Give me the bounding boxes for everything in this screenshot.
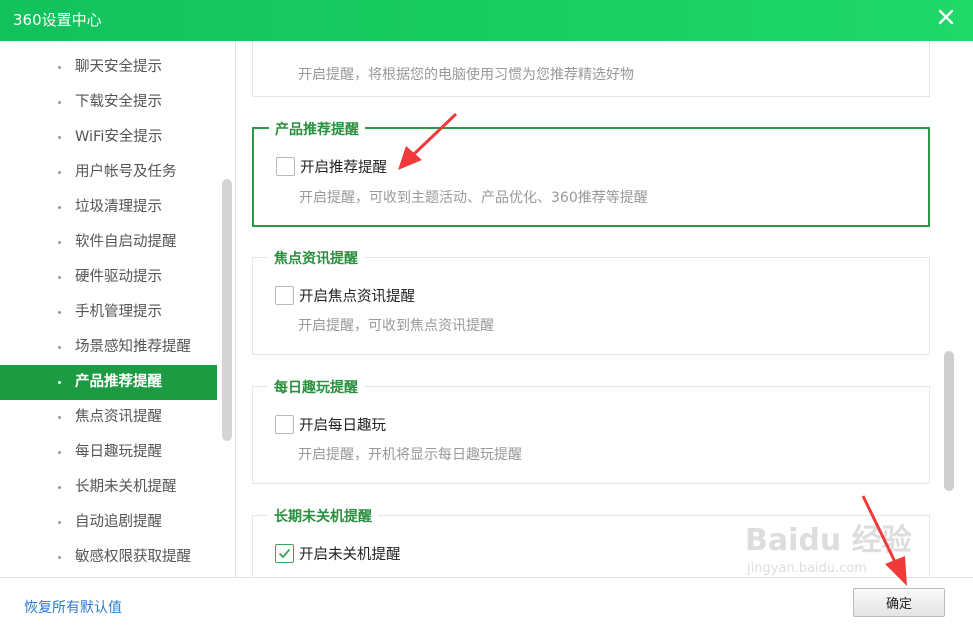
sidebar-item-label: 敏感权限获取提醒 bbox=[75, 549, 191, 565]
sidebar-item[interactable]: 长期未关机提醒 bbox=[0, 470, 217, 505]
sidebar-item[interactable]: 硬件驱动提示 bbox=[0, 260, 217, 295]
option-label: 开启未关机提醒 bbox=[299, 546, 401, 563]
sidebar-item[interactable]: 敏感权限获取提醒 bbox=[0, 540, 217, 575]
sidebar-item[interactable]: 场景感知推荐提醒 bbox=[0, 330, 217, 365]
checkmark-icon bbox=[278, 548, 291, 558]
option-focus-news[interactable]: 开启焦点资讯提醒 bbox=[275, 284, 415, 306]
bullet-icon bbox=[58, 381, 61, 384]
section-title: 焦点资讯提醒 bbox=[268, 248, 364, 268]
section-title: 长期未关机提醒 bbox=[268, 506, 378, 526]
window-title: 360设置中心 bbox=[13, 11, 102, 29]
ok-button[interactable]: 确定 bbox=[853, 588, 945, 617]
sidebar-item[interactable]: 产品推荐提醒 bbox=[0, 365, 217, 400]
bullet-icon bbox=[58, 276, 61, 279]
content-scrollbar[interactable] bbox=[944, 351, 954, 491]
sidebar-item[interactable]: 用户帐号及任务 bbox=[0, 155, 217, 190]
bullet-icon bbox=[58, 451, 61, 454]
sidebar-item-label: 场景感知推荐提醒 bbox=[75, 339, 191, 355]
section-desc: 开启提醒，开机将显示每日趣玩提醒 bbox=[298, 447, 522, 463]
sidebar-item[interactable]: 每日趣玩提醒 bbox=[0, 435, 217, 470]
sidebar-item[interactable]: 垃圾清理提示 bbox=[0, 190, 217, 225]
option-long-uptime[interactable]: 开启未关机提醒 bbox=[275, 542, 401, 564]
sidebar-item-label: 下载安全提示 bbox=[75, 94, 162, 110]
bullet-icon bbox=[58, 556, 61, 559]
sidebar-item-label: 产品推荐提醒 bbox=[75, 374, 162, 390]
section-title: 每日趣玩提醒 bbox=[268, 377, 364, 397]
option-label: 开启每日趣玩 bbox=[299, 417, 386, 434]
option-daily-fun[interactable]: 开启每日趣玩 bbox=[275, 413, 386, 435]
section-desc: 开启提醒，可收到主题活动、产品优化、360推荐等提醒 bbox=[299, 190, 648, 206]
option-label: 开启推荐提醒 bbox=[300, 159, 387, 176]
sidebar-item[interactable]: 下载安全提示 bbox=[0, 85, 217, 120]
restore-defaults-link[interactable]: 恢复所有默认值 bbox=[24, 597, 122, 617]
sidebar-item-label: 用户帐号及任务 bbox=[75, 164, 177, 180]
title-bar: 360设置中心 bbox=[0, 0, 973, 41]
bullet-icon bbox=[58, 346, 61, 349]
section-desc: 开启提醒，将根据您的电脑使用习惯为您推荐精选好物 bbox=[298, 67, 634, 83]
sidebar-item-label: 垃圾清理提示 bbox=[75, 199, 162, 215]
sidebar-item[interactable]: 软件自启动提醒 bbox=[0, 225, 217, 260]
bullet-icon bbox=[58, 206, 61, 209]
bullet-icon bbox=[58, 101, 61, 104]
sidebar-item-label: 聊天安全提示 bbox=[75, 59, 162, 75]
section-focus-news: 焦点资讯提醒 开启焦点资讯提醒 开启提醒，可收到焦点资讯提醒 bbox=[252, 248, 930, 355]
sidebar-item-label: 焦点资讯提醒 bbox=[75, 409, 162, 425]
bullet-icon bbox=[58, 521, 61, 524]
close-icon bbox=[938, 9, 954, 25]
section-daily-fun: 每日趣玩提醒 开启每日趣玩 开启提醒，开机将显示每日趣玩提醒 bbox=[252, 377, 930, 484]
sidebar-item-label: WiFi安全提示 bbox=[75, 129, 163, 145]
checkbox-checked[interactable] bbox=[275, 543, 294, 563]
sidebar-scrollbar[interactable] bbox=[222, 179, 232, 441]
sidebar-item-label: 硬件驱动提示 bbox=[75, 269, 162, 285]
section-partial: 开启提醒，将根据您的电脑使用习惯为您推荐精选好物 bbox=[252, 41, 930, 97]
bullet-icon bbox=[58, 171, 61, 174]
section-long-uptime: 长期未关机提醒 开启未关机提醒 bbox=[252, 506, 930, 577]
sidebar-item-label: 每日趣玩提醒 bbox=[75, 444, 162, 460]
bullet-icon bbox=[58, 136, 61, 139]
checkbox[interactable] bbox=[275, 285, 294, 305]
sidebar-item[interactable]: WiFi安全提示 bbox=[0, 120, 217, 155]
checkbox[interactable] bbox=[276, 156, 295, 176]
bullet-icon bbox=[58, 486, 61, 489]
settings-content: 开启提醒，将根据您的电脑使用习惯为您推荐精选好物 产品推荐提醒 开启推荐提醒 开… bbox=[237, 41, 973, 577]
settings-window: 360设置中心 聊天安全提示 下载安全提示 WiFi安全提示 用户帐号及任务 垃圾清理提… bbox=[0, 0, 973, 625]
sidebar-item[interactable]: 焦点资讯提醒 bbox=[0, 400, 217, 435]
option-label: 开启焦点资讯提醒 bbox=[299, 288, 415, 305]
section-title: 产品推荐提醒 bbox=[269, 119, 365, 139]
bullet-icon bbox=[58, 66, 61, 69]
footer: 恢复所有默认值 确定 bbox=[0, 577, 973, 625]
sidebar-item[interactable]: 自动追剧提醒 bbox=[0, 505, 217, 540]
option-product-recommend[interactable]: 开启推荐提醒 bbox=[276, 155, 387, 177]
checkbox[interactable] bbox=[275, 414, 294, 434]
sidebar-item-label: 手机管理提示 bbox=[75, 304, 162, 320]
sidebar: 聊天安全提示 下载安全提示 WiFi安全提示 用户帐号及任务 垃圾清理提示 软件自启动提醒… bbox=[0, 41, 236, 577]
sidebar-item-label: 软件自启动提醒 bbox=[75, 234, 177, 250]
bullet-icon bbox=[58, 241, 61, 244]
sidebar-item-label: 长期未关机提醒 bbox=[75, 479, 177, 495]
section-desc: 开启提醒，可收到焦点资讯提醒 bbox=[298, 318, 494, 334]
section-product-recommend: 产品推荐提醒 开启推荐提醒 开启提醒，可收到主题活动、产品优化、360推荐等提醒 bbox=[252, 119, 930, 227]
sidebar-item[interactable]: 手机管理提示 bbox=[0, 295, 217, 330]
bullet-icon bbox=[58, 416, 61, 419]
bullet-icon bbox=[58, 311, 61, 314]
sidebar-item[interactable]: 聊天安全提示 bbox=[0, 50, 217, 85]
sidebar-item-label: 自动追剧提醒 bbox=[75, 514, 162, 530]
sidebar-list: 聊天安全提示 下载安全提示 WiFi安全提示 用户帐号及任务 垃圾清理提示 软件自启动提醒… bbox=[0, 50, 217, 575]
close-button[interactable] bbox=[935, 6, 957, 28]
